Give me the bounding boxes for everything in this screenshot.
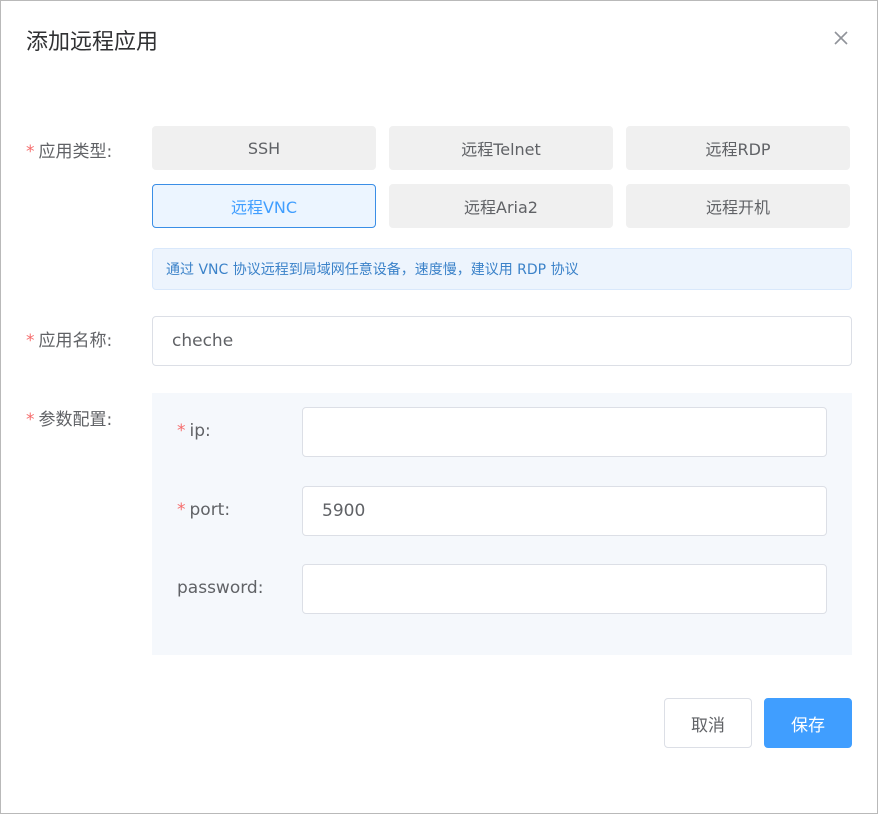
- app-name-input[interactable]: cheche: [152, 316, 852, 366]
- params-label-text: 参数配置:: [38, 410, 113, 430]
- add-remote-app-dialog: 添加远程应用 * 应用类型: SSH 远程Telnet 远程RDP 远程VNC 远…: [0, 0, 878, 814]
- cancel-button[interactable]: 取消: [664, 698, 752, 748]
- port-input[interactable]: 5900: [302, 486, 827, 536]
- port-label-text: port:: [189, 500, 231, 520]
- type-option-vnc[interactable]: 远程VNC: [152, 184, 376, 228]
- close-icon[interactable]: [831, 28, 851, 48]
- required-mark: *: [26, 331, 35, 351]
- required-mark: *: [177, 421, 186, 441]
- params-label: * 参数配置:: [26, 409, 112, 431]
- dialog-title: 添加远程应用: [26, 30, 159, 55]
- save-button[interactable]: 保存: [764, 698, 852, 748]
- required-mark: *: [26, 142, 35, 162]
- type-hint: 通过 VNC 协议远程到局域网任意设备，速度慢，建议用 RDP 协议: [152, 248, 852, 290]
- password-input[interactable]: [302, 564, 827, 614]
- type-option-rdp[interactable]: 远程RDP: [626, 126, 850, 170]
- ip-label: * ip:: [177, 420, 211, 442]
- ip-input[interactable]: [302, 407, 827, 457]
- type-option-aria2[interactable]: 远程Aria2: [389, 184, 613, 228]
- app-name-label: * 应用名称:: [26, 330, 112, 352]
- app-type-label-text: 应用类型:: [38, 142, 113, 162]
- password-label: password:: [177, 578, 264, 598]
- app-name-label-text: 应用名称:: [38, 331, 113, 351]
- required-mark: *: [177, 500, 186, 520]
- ip-label-text: ip:: [189, 421, 211, 441]
- port-label: * port:: [177, 499, 230, 521]
- required-mark: *: [26, 410, 35, 430]
- type-option-wake[interactable]: 远程开机: [626, 184, 850, 228]
- type-option-telnet[interactable]: 远程Telnet: [389, 126, 613, 170]
- app-type-label: * 应用类型:: [26, 141, 112, 163]
- type-option-ssh[interactable]: SSH: [152, 126, 376, 170]
